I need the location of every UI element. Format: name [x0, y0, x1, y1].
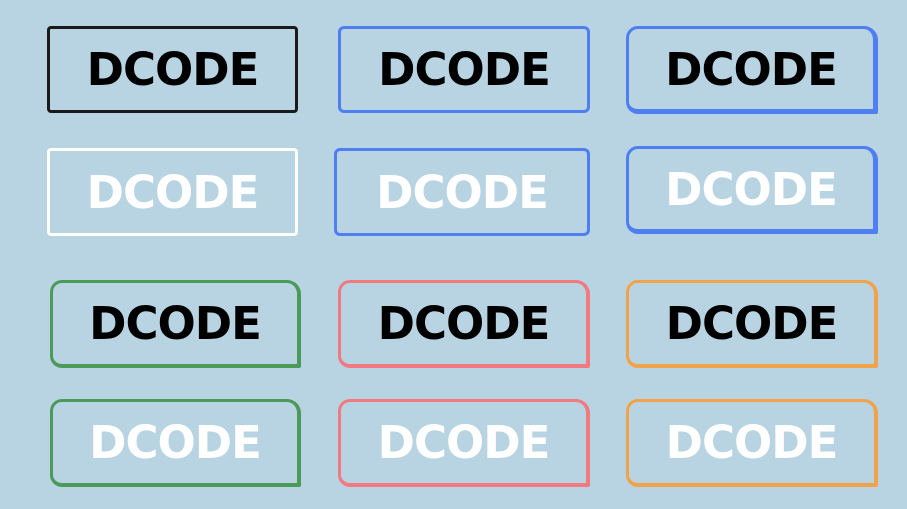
- dcode-button-white-outline[interactable]: DCODE: [47, 148, 298, 236]
- dcode-button-blue-shadow[interactable]: DCODE: [626, 26, 878, 114]
- dcode-button-red-shadow-light[interactable]: DCODE: [338, 399, 590, 487]
- dcode-button-blue-shadow-light[interactable]: DCODE: [626, 146, 878, 234]
- dcode-button-blue-outline-light[interactable]: DCODE: [334, 148, 590, 236]
- dcode-button-blue-outline[interactable]: DCODE: [338, 26, 590, 113]
- dcode-button-green-shadow-light[interactable]: DCODE: [50, 399, 301, 487]
- dcode-button-red-shadow[interactable]: DCODE: [338, 280, 590, 368]
- dcode-button-green-shadow[interactable]: DCODE: [50, 280, 301, 368]
- dcode-button-orange-shadow-light[interactable]: DCODE: [626, 399, 878, 487]
- dcode-button-orange-shadow[interactable]: DCODE: [626, 280, 878, 368]
- dcode-button-black-outline[interactable]: DCODE: [47, 26, 298, 113]
